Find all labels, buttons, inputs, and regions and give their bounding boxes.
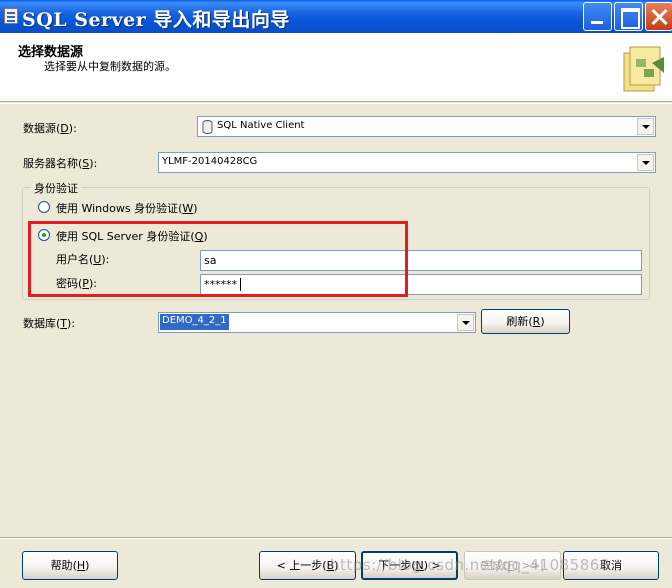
data-source-value: SQL Native Client — [217, 120, 305, 131]
watermark-text: https://blog.csdn.net/qq_41085868 — [330, 556, 610, 574]
title-bar[interactable]: SQL Server 导入和导出向导 — [0, 0, 672, 33]
data-source-dropdown[interactable]: SQL Native Client — [197, 116, 656, 137]
auth-group-label: 身份验证 — [31, 180, 81, 196]
wizard-window: SQL Server 导入和导出向导 选择数据源 选择要从中复制数据的源。 数据… — [0, 0, 672, 588]
page-subtitle: 选择要从中复制数据的源。 — [44, 60, 176, 73]
refresh-button[interactable]: 刷新(R) — [481, 309, 570, 334]
database-label: 数据库(T): — [23, 317, 76, 330]
chevron-down-icon[interactable] — [637, 118, 654, 135]
help-button[interactable]: 帮助(H) — [22, 551, 118, 580]
server-name-value: YLMF-20140428CG — [162, 156, 258, 167]
chevron-down-icon[interactable] — [637, 154, 654, 171]
database-dropdown[interactable]: DEMO_4_2_1 — [158, 312, 476, 333]
wizard-header: 选择数据源 选择要从中复制数据的源。 — [0, 33, 672, 102]
windows-auth-radio[interactable] — [38, 201, 50, 213]
footer-divider-highlight — [0, 538, 672, 539]
data-source-label: 数据源(D): — [23, 122, 77, 135]
maximize-button[interactable] — [614, 2, 643, 31]
wizard-graphic-icon — [623, 46, 664, 92]
header-divider — [0, 103, 672, 104]
windows-auth-label[interactable]: 使用 Windows 身份验证(W) — [56, 200, 198, 216]
minimize-button[interactable] — [583, 2, 612, 31]
server-name-label: 服务器名称(S): — [23, 157, 98, 170]
server-name-dropdown[interactable]: YLMF-20140428CG — [158, 152, 656, 173]
highlight-annotation — [28, 221, 408, 297]
database-value: DEMO_4_2_1 — [160, 314, 229, 330]
close-button[interactable] — [645, 2, 672, 31]
database-icon — [202, 120, 213, 134]
chevron-down-icon[interactable] — [457, 314, 474, 331]
app-icon — [4, 8, 18, 24]
window-title: SQL Server 导入和导出向导 — [22, 9, 290, 31]
